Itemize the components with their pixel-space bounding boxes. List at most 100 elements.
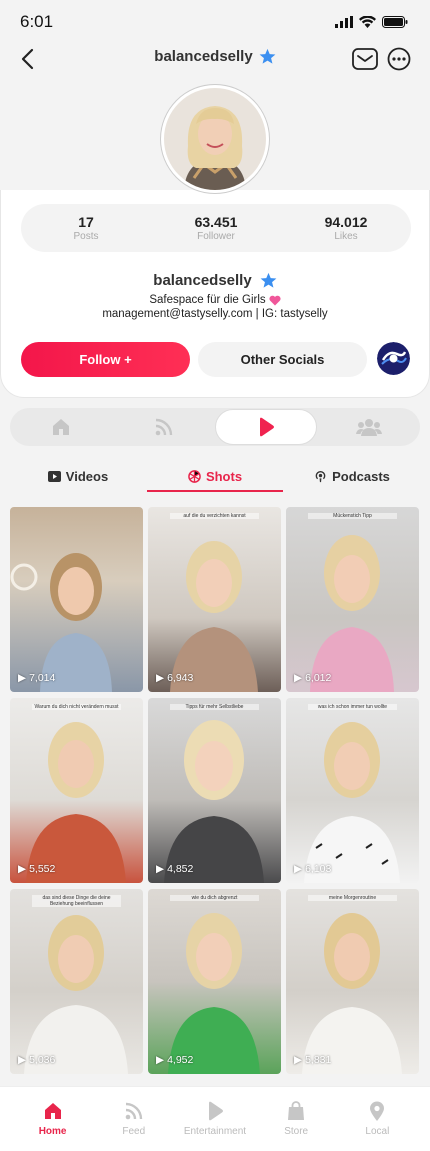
tab-label: Podcasts (332, 468, 390, 484)
stat-label: Likes (334, 231, 358, 242)
view-count-text: 5,831 (305, 1054, 332, 1066)
stat-likes[interactable]: 94.012 Likes (281, 204, 411, 252)
nav-local[interactable]: Local (338, 1087, 416, 1151)
bottom-nav: Home Feed Entertainment Store Local (0, 1086, 430, 1151)
shot-tile[interactable]: was ich schon immer tun wollte ▶ 6,103 (286, 698, 419, 883)
shot-tile[interactable]: ▶ 7,014 (10, 507, 143, 692)
shot-caption: Warum du dich nicht verändern musst (32, 704, 121, 710)
view-count-text: 4,852 (167, 863, 194, 875)
view-count-text: 5,552 (29, 863, 56, 875)
follow-button[interactable]: Follow + (21, 342, 190, 377)
view-count: ▶ 4,852 (156, 863, 193, 875)
feed-icon (125, 1102, 142, 1120)
nav-label: Store (284, 1126, 309, 1137)
message-button[interactable] (352, 47, 378, 71)
avatar[interactable] (161, 85, 269, 193)
play-icon (208, 1101, 223, 1121)
nav-label: Home (38, 1126, 67, 1137)
view-count-text: 6,103 (305, 863, 332, 875)
shot-thumbnail (168, 913, 260, 1074)
feed-icon (155, 418, 172, 436)
view-count-text: 4,952 (167, 1054, 194, 1066)
status-icons (335, 16, 408, 28)
content-tabs: Videos Shots Podcasts (0, 460, 430, 492)
tab-community[interactable] (318, 409, 420, 445)
tab-label: Shots (205, 468, 243, 484)
shot-caption: Tipps für mehr Selbstliebe (170, 704, 259, 710)
tab-home[interactable] (10, 409, 112, 445)
location-icon (370, 1101, 385, 1121)
view-count: ▶ 5,036 (18, 1054, 55, 1066)
shot-thumbnail (170, 541, 258, 692)
shot-tile[interactable]: Mückenstich Tipp ▶ 6,012 (286, 507, 419, 692)
shot-caption: meine Morgenroutine (308, 895, 397, 901)
nav-home[interactable]: Home (14, 1087, 92, 1151)
active-tab-indicator (147, 490, 283, 492)
brand-logo[interactable] (377, 342, 410, 375)
play-small-icon: ▶ (294, 672, 303, 684)
profile-card: 17 Posts 63.451 Follower 94.012 Likes ba… (0, 190, 430, 398)
play-small-icon: ▶ (294, 863, 303, 875)
signal-icon (335, 16, 353, 28)
tab-shots[interactable]: Shots (147, 460, 283, 492)
nav-label: Local (365, 1126, 390, 1137)
shot-caption: das sind diese Dinge die deine Beziehung… (32, 895, 121, 907)
profile-name: balancedselly (153, 272, 252, 289)
bio-line-2: management@tastyselly.com | IG: tastysel… (102, 308, 328, 320)
bag-icon (288, 1101, 305, 1120)
shot-thumbnail (10, 553, 112, 692)
play-small-icon: ▶ (18, 863, 27, 875)
home-icon (53, 419, 70, 435)
nav-feed[interactable]: Feed (95, 1087, 173, 1151)
shot-tile[interactable]: meine Morgenroutine ▶ 5,831 (286, 889, 419, 1074)
view-count: ▶ 4,952 (156, 1054, 193, 1066)
view-count-text: 6,943 (167, 672, 194, 684)
shot-thumbnail (24, 915, 128, 1074)
play-small-icon: ▶ (18, 672, 27, 684)
tab-podcasts[interactable]: Podcasts (284, 460, 420, 492)
verified-star-icon (260, 272, 277, 288)
more-options-button[interactable] (386, 47, 412, 71)
profile-name-row: balancedselly (1, 272, 429, 289)
stat-value: 17 (78, 214, 94, 230)
shot-thumbnail (164, 720, 264, 883)
home-icon (44, 1103, 61, 1119)
verified-star-icon (259, 48, 276, 64)
group-icon (355, 419, 382, 436)
podcast-icon (315, 470, 326, 482)
nav-entertainment[interactable]: Entertainment (176, 1087, 254, 1151)
stat-posts[interactable]: 17 Posts (21, 204, 151, 252)
shot-thumbnail (302, 913, 402, 1074)
nav-store[interactable]: Store (257, 1087, 335, 1151)
nav-label: Entertainment (183, 1126, 247, 1137)
play-small-icon: ▶ (18, 1054, 27, 1066)
play-small-icon: ▶ (156, 1054, 165, 1066)
shot-thumbnail (26, 722, 126, 883)
tab-label: Videos (65, 468, 109, 484)
tab-videos[interactable]: Videos (10, 460, 146, 492)
section-tabs (10, 408, 420, 446)
play-small-icon: ▶ (294, 1054, 303, 1066)
shot-tile[interactable]: Tipps für mehr Selbstliebe ▶ 4,852 (148, 698, 281, 883)
header: balancedselly (0, 44, 430, 74)
other-socials-button[interactable]: Other Socials (198, 342, 367, 377)
view-count-text: 7,014 (29, 672, 56, 684)
shot-caption: wie du dich abgrenzt (170, 895, 259, 901)
view-count: ▶ 6,943 (156, 672, 193, 684)
view-count: ▶ 6,103 (294, 863, 331, 875)
shot-tile[interactable]: wie du dich abgrenzt ▶ 4,952 (148, 889, 281, 1074)
play-icon (260, 417, 275, 437)
mail-icon (352, 48, 378, 70)
tab-feed[interactable] (113, 409, 215, 445)
play-small-icon: ▶ (156, 672, 165, 684)
shot-tile[interactable]: auf die du verzichten kannst ▶ 6,943 (148, 507, 281, 692)
shot-caption: was ich schon immer tun wollte (308, 704, 397, 710)
more-dots-icon (387, 47, 411, 71)
tab-entertainment[interactable] (215, 409, 318, 445)
stat-followers[interactable]: 63.451 Follower (151, 204, 281, 252)
bio-text: Safespace für die Girls (149, 294, 266, 306)
shot-tile[interactable]: Warum du dich nicht verändern musst ▶ 5,5… (10, 698, 143, 883)
stats-bar: 17 Posts 63.451 Follower 94.012 Likes (21, 204, 411, 252)
shot-tile[interactable]: das sind diese Dinge die deine Beziehung… (10, 889, 143, 1074)
status-bar: 6:01 (0, 0, 430, 44)
